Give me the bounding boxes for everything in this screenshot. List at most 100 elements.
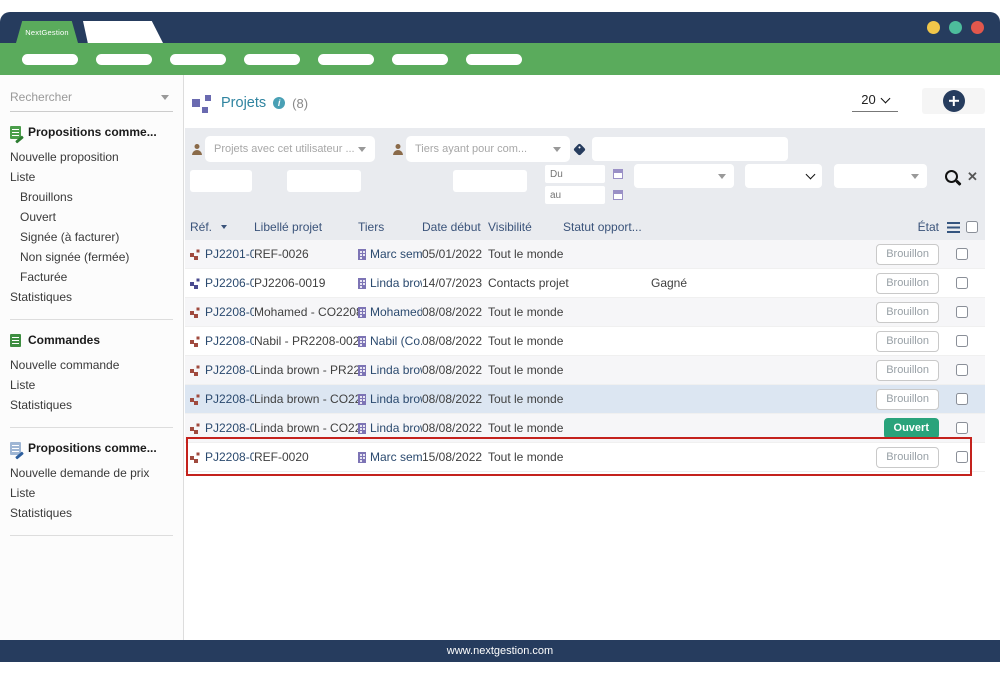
user-filter-select[interactable]: Projets avec cet utilisateur ...: [206, 137, 374, 161]
list-view-icon[interactable]: [947, 222, 960, 233]
table-row[interactable]: PJ2208-0030 REF-0020 Marc semon 15/08/20…: [185, 443, 985, 472]
sidebar-item[interactable]: Liste: [10, 483, 173, 503]
table-row[interactable]: PJ2206-0019 PJ2206-0019 Linda brown 14/0…: [185, 269, 985, 298]
info-icon[interactable]: [273, 97, 285, 109]
table-row[interactable]: PJ2208-0027 Linda brown - CO2208-0018...…: [185, 385, 985, 414]
sidebar-search-select[interactable]: Rechercher: [10, 87, 173, 112]
tiers-link[interactable]: Marc semon: [370, 450, 422, 464]
project-ref-link[interactable]: PJ2208-0025: [205, 334, 254, 348]
column-label[interactable]: Libellé projet: [254, 220, 358, 234]
ref-filter-input[interactable]: [190, 170, 252, 192]
nav-menu-item[interactable]: [318, 54, 374, 65]
table-row[interactable]: PJ2208-0026 Linda brown - PR2208-0027 ..…: [185, 356, 985, 385]
record-count: (8): [292, 96, 308, 111]
row-checkbox[interactable]: [956, 306, 968, 318]
nav-menu-item[interactable]: [96, 54, 152, 65]
project-ref-link[interactable]: PJ2208-0029: [205, 421, 254, 435]
chevron-down-icon: [880, 93, 890, 103]
sidebar-item[interactable]: Statistiques: [10, 395, 173, 415]
nav-menu-item[interactable]: [466, 54, 522, 65]
tiers-filter-select[interactable]: Tiers ayant pour com...: [407, 137, 569, 161]
tiers-link[interactable]: Linda brown: [370, 363, 422, 377]
sidebar-section-header[interactable]: Commandes: [10, 333, 173, 347]
sidebar-item[interactable]: Brouillons: [10, 187, 173, 207]
select-all-checkbox[interactable]: [966, 221, 978, 233]
sidebar-item[interactable]: Ouvert: [10, 207, 173, 227]
secondary-tab[interactable]: [83, 21, 163, 43]
calendar-icon[interactable]: [613, 169, 623, 179]
row-checkbox[interactable]: [956, 393, 968, 405]
tiers-link[interactable]: Linda brown: [370, 276, 422, 290]
column-date[interactable]: Date début: [422, 220, 488, 234]
sidebar-item[interactable]: Nouvelle proposition: [10, 147, 173, 167]
nav-menu-item[interactable]: [244, 54, 300, 65]
page-size-select[interactable]: 20: [852, 92, 898, 112]
project-ref-link[interactable]: PJ2208-0030: [205, 450, 254, 464]
sidebar-item[interactable]: Liste: [10, 375, 173, 395]
table-row[interactable]: PJ2208-0024 Mohamed - CO2208-0017 c... M…: [185, 298, 985, 327]
project-icon: [190, 394, 200, 404]
row-checkbox[interactable]: [956, 277, 968, 289]
brand-tab[interactable]: NextGestion: [16, 21, 78, 43]
clear-filters-icon[interactable]: ✕: [967, 171, 978, 183]
row-checkbox[interactable]: [956, 451, 968, 463]
tiers-link[interactable]: Linda brown: [370, 392, 422, 406]
chevron-down-icon: [553, 147, 561, 152]
column-tiers[interactable]: Tiers: [358, 220, 422, 234]
maximize-light-icon[interactable]: [949, 21, 962, 34]
calendar-icon[interactable]: [613, 190, 623, 200]
window-title-bar: NextGestion: [0, 12, 1000, 43]
row-checkbox[interactable]: [956, 422, 968, 434]
statut-filter-select[interactable]: [745, 164, 822, 188]
sidebar-item[interactable]: Facturée: [10, 267, 173, 287]
project-ref-link[interactable]: PJ2208-0024: [205, 305, 254, 319]
minimize-light-icon[interactable]: [927, 21, 940, 34]
search-icon[interactable]: [945, 170, 958, 183]
sidebar-item[interactable]: Statistiques: [10, 503, 173, 523]
status-badge: Brouillon: [876, 360, 939, 381]
project-icon: [190, 278, 200, 288]
tiers-text-filter-input[interactable]: [453, 170, 527, 192]
project-ref-link[interactable]: PJ2201-0009: [205, 247, 254, 261]
add-project-button[interactable]: [943, 90, 965, 112]
sidebar-item[interactable]: Nouvelle commande: [10, 355, 173, 375]
tiers-link[interactable]: Mohamed: [370, 305, 422, 319]
tag-filter-input[interactable]: [592, 137, 788, 161]
proposal-doc-icon: [10, 126, 21, 139]
sidebar-section-header[interactable]: Propositions comme...: [10, 125, 173, 139]
main-nav-bar: [0, 43, 1000, 75]
table-row[interactable]: PJ2201-0009 REF-0026 Marc semon 05/01/20…: [185, 240, 985, 269]
table-row[interactable]: PJ2208-0025 Nabil - PR2208-0026 converti…: [185, 327, 985, 356]
row-checkbox[interactable]: [956, 248, 968, 260]
tiers-link[interactable]: Linda brown: [370, 421, 422, 435]
row-checkbox[interactable]: [956, 335, 968, 347]
project-ref-link[interactable]: PJ2208-0027: [205, 392, 254, 406]
nav-menu-item[interactable]: [22, 54, 78, 65]
sidebar-item[interactable]: Non signée (fermée): [10, 247, 173, 267]
visibility-filter-select[interactable]: [634, 164, 734, 188]
etat-filter-select[interactable]: [834, 164, 927, 188]
project-ref-link[interactable]: PJ2208-0026: [205, 363, 254, 377]
date-from-input[interactable]: [545, 165, 605, 183]
sidebar-item[interactable]: Nouvelle demande de prix: [10, 463, 173, 483]
column-statut[interactable]: Statut opport...: [563, 220, 763, 234]
sidebar-item[interactable]: Signée (à facturer): [10, 227, 173, 247]
tiers-link[interactable]: Marc semon: [370, 247, 422, 261]
sidebar-item[interactable]: Statistiques: [10, 287, 173, 307]
date-start: 15/08/2022: [422, 450, 488, 464]
row-checkbox[interactable]: [956, 364, 968, 376]
table-row[interactable]: PJ2208-0029 Linda brown - CO2208-0019...…: [185, 414, 985, 443]
column-ref[interactable]: Réf.: [190, 220, 254, 234]
nav-menu-item[interactable]: [392, 54, 448, 65]
column-visibility[interactable]: Visibilité: [488, 220, 563, 234]
sidebar-item[interactable]: Liste: [10, 167, 173, 187]
nav-menu-item[interactable]: [170, 54, 226, 65]
column-etat[interactable]: État: [865, 220, 939, 234]
tiers-link[interactable]: Nabil (Co...: [370, 334, 422, 348]
sidebar-section-header[interactable]: Propositions comme...: [10, 441, 173, 455]
table-body: PJ2201-0009 REF-0026 Marc semon 05/01/20…: [185, 240, 985, 472]
date-to-input[interactable]: [545, 186, 605, 204]
label-filter-input[interactable]: [287, 170, 361, 192]
project-ref-link[interactable]: PJ2206-0019: [205, 276, 254, 290]
close-light-icon[interactable]: [971, 21, 984, 34]
